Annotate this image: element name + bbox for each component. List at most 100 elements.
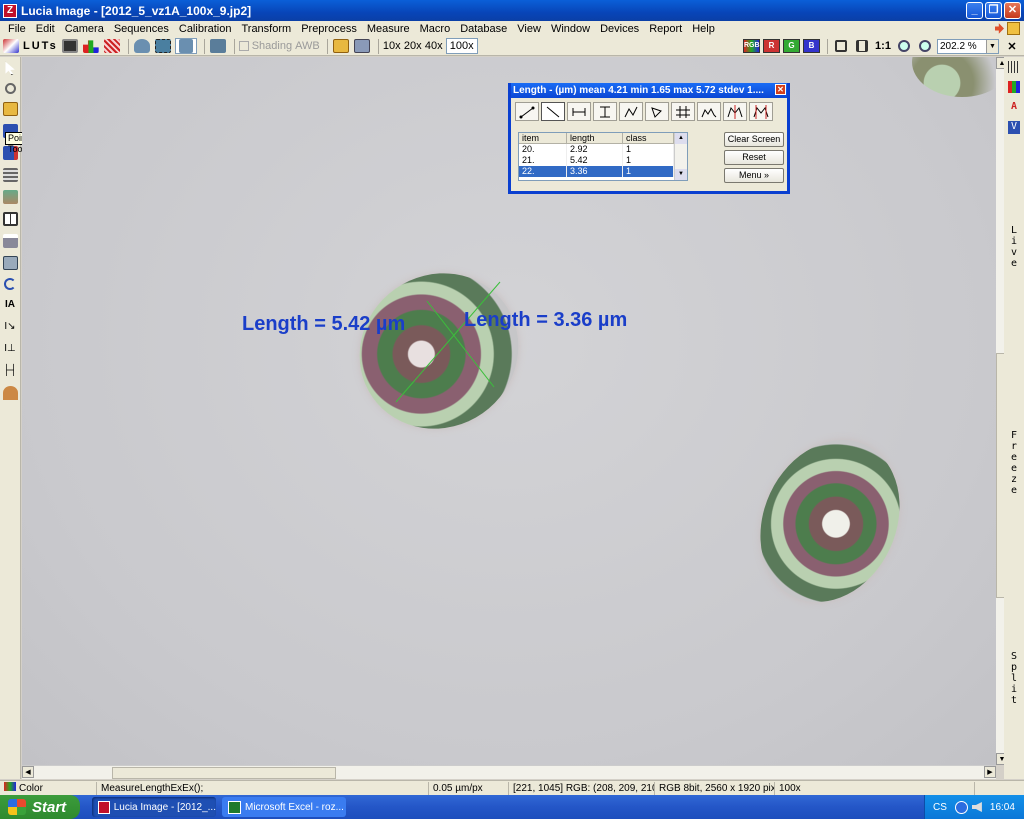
dialog-title-bar[interactable]: Length - (µm) mean 4.21 min 1.65 max 5.7… [511, 83, 787, 98]
horizontal-length-tool[interactable] [567, 102, 591, 121]
undo-icon[interactable] [4, 278, 16, 290]
dialog-close-icon[interactable]: ✕ [775, 84, 786, 95]
image-settings-button[interactable] [209, 38, 227, 54]
clock[interactable]: 16:04 [990, 802, 1015, 813]
menu-database[interactable]: Database [455, 23, 512, 35]
awb-button[interactable]: AWB [295, 38, 320, 54]
polyline-tool[interactable] [619, 102, 643, 121]
menu-calibration[interactable]: Calibration [174, 23, 237, 35]
taskbar-excel[interactable]: Microsoft Excel - roz... [222, 797, 346, 817]
table-scrollbar[interactable]: ▲ ▼ [674, 133, 687, 180]
measure-line-1[interactable] [395, 281, 501, 403]
volume-icon[interactable] [971, 802, 982, 812]
clear-screen-button[interactable]: Clear Screen [724, 132, 784, 147]
histogram-panel-icon[interactable] [1008, 81, 1020, 93]
channel-rgb-button[interactable]: RGB [743, 39, 760, 53]
arrow-annotation-icon[interactable]: I↘ [3, 320, 18, 334]
annotation-v-button[interactable]: V [1008, 121, 1020, 134]
reset-button[interactable]: Reset [724, 150, 784, 165]
profile-tool-2[interactable] [723, 102, 747, 121]
grid-icon[interactable] [1008, 61, 1020, 73]
pointer-icon[interactable] [5, 61, 15, 75]
lucia-app-icon[interactable]: Z [3, 3, 17, 18]
menu-button[interactable]: Menu » [724, 168, 784, 183]
menu-transform[interactable]: Transform [236, 23, 296, 35]
print-icon[interactable] [2, 234, 18, 248]
curve-tool[interactable] [645, 102, 669, 121]
length-label-2[interactable]: Length = 3.36 µm [464, 309, 627, 332]
horizontal-scrollbar[interactable]: ◀ ▶ [22, 765, 996, 779]
column-header-length[interactable]: length [567, 133, 623, 144]
chevron-down-icon[interactable]: ▼ [675, 169, 687, 180]
shading-checkbox-box[interactable] [238, 41, 249, 51]
split-tab[interactable]: Split [1008, 651, 1020, 706]
table-row[interactable]: 20. 2.92 1 [519, 144, 687, 155]
shading-checkbox[interactable]: Shading [238, 38, 292, 54]
macro-icon[interactable] [2, 386, 18, 400]
menu-macro[interactable]: Macro [415, 23, 456, 35]
channel-r-button[interactable]: R [763, 39, 780, 53]
objective-40x-button[interactable]: 40x [425, 38, 443, 54]
annotation-a-button[interactable]: A [1008, 101, 1020, 112]
menu-help[interactable]: Help [687, 23, 720, 35]
grid-tool[interactable] [671, 102, 695, 121]
menu-report[interactable]: Report [644, 23, 687, 35]
close-button[interactable]: ✕ [1004, 2, 1021, 19]
zoom-select[interactable]: 202.2 % ▼ [937, 38, 999, 54]
language-indicator[interactable]: CS [933, 802, 947, 813]
menu-file[interactable]: File [3, 23, 31, 35]
live-tab[interactable]: Live [1008, 225, 1020, 269]
open-folder-icon[interactable] [2, 102, 18, 116]
objective-20x-button[interactable]: 20x [404, 38, 422, 54]
luts-button[interactable]: LUTs [23, 38, 58, 54]
start-button[interactable]: Start [0, 795, 80, 819]
color-icon-button[interactable] [2, 38, 20, 54]
live-capture-button[interactable] [174, 38, 197, 54]
objective-100x-button[interactable]: 100x [445, 38, 478, 54]
point-length-tool[interactable] [515, 102, 539, 121]
line-length-tool[interactable] [541, 102, 565, 121]
menu-view[interactable]: View [512, 23, 546, 35]
camera-icon-button[interactable] [61, 38, 79, 54]
chevron-up-icon[interactable]: ▲ [675, 133, 687, 144]
network-icon[interactable] [954, 800, 968, 814]
magnifier-icon[interactable] [4, 83, 16, 94]
pattern-button[interactable] [103, 38, 121, 54]
zoom-in-button[interactable] [895, 38, 913, 54]
text-annotation-icon[interactable]: IA [3, 298, 18, 312]
gallery-icon[interactable] [2, 190, 18, 204]
fit-window-button[interactable] [832, 38, 850, 54]
zoom-out-button[interactable] [916, 38, 934, 54]
scroll-left-arrow[interactable]: ◀ [22, 766, 34, 778]
menu-sequences[interactable]: Sequences [109, 23, 174, 35]
stage-button[interactable] [353, 38, 371, 54]
horizontal-scroll-thumb[interactable] [112, 767, 336, 779]
compare-icon[interactable] [2, 212, 18, 226]
channel-b-button[interactable]: B [803, 39, 820, 53]
minimize-button[interactable]: _ [966, 2, 983, 19]
profile-tool-3[interactable] [749, 102, 773, 121]
menu-measure[interactable]: Measure [362, 23, 415, 35]
column-header-class[interactable]: class [623, 133, 674, 144]
channel-g-button[interactable]: G [783, 39, 800, 53]
title-bar[interactable]: Z Lucia Image - [2012_5_vz1A_100x_9.jp2]… [0, 0, 1024, 21]
column-header-item[interactable]: item [519, 133, 567, 144]
menu-preprocess[interactable]: Preprocess [296, 23, 362, 35]
capture-button[interactable] [133, 38, 151, 54]
ratio-button[interactable]: 1:1 [874, 38, 892, 54]
maximize-button[interactable]: ❐ [985, 2, 1002, 19]
chevron-down-icon[interactable]: ▼ [986, 39, 998, 53]
objective-10x-button[interactable]: 10x [383, 38, 401, 54]
menu-edit[interactable]: Edit [31, 23, 60, 35]
table-row-selected[interactable]: 22. 3.36 1 [519, 166, 687, 177]
toolbar-close-button[interactable]: ✕ [1003, 38, 1021, 54]
folder-icon[interactable] [1007, 22, 1020, 35]
vertical-length-tool[interactable] [593, 102, 617, 121]
arrow-right-icon[interactable] [991, 23, 1004, 34]
multi-capture-button[interactable] [154, 38, 172, 54]
open-folder-button[interactable] [332, 38, 350, 54]
scroll-right-arrow[interactable]: ▶ [984, 766, 996, 778]
menu-window[interactable]: Window [546, 23, 595, 35]
histogram-button[interactable] [82, 38, 100, 54]
fit-width-button[interactable] [853, 38, 871, 54]
